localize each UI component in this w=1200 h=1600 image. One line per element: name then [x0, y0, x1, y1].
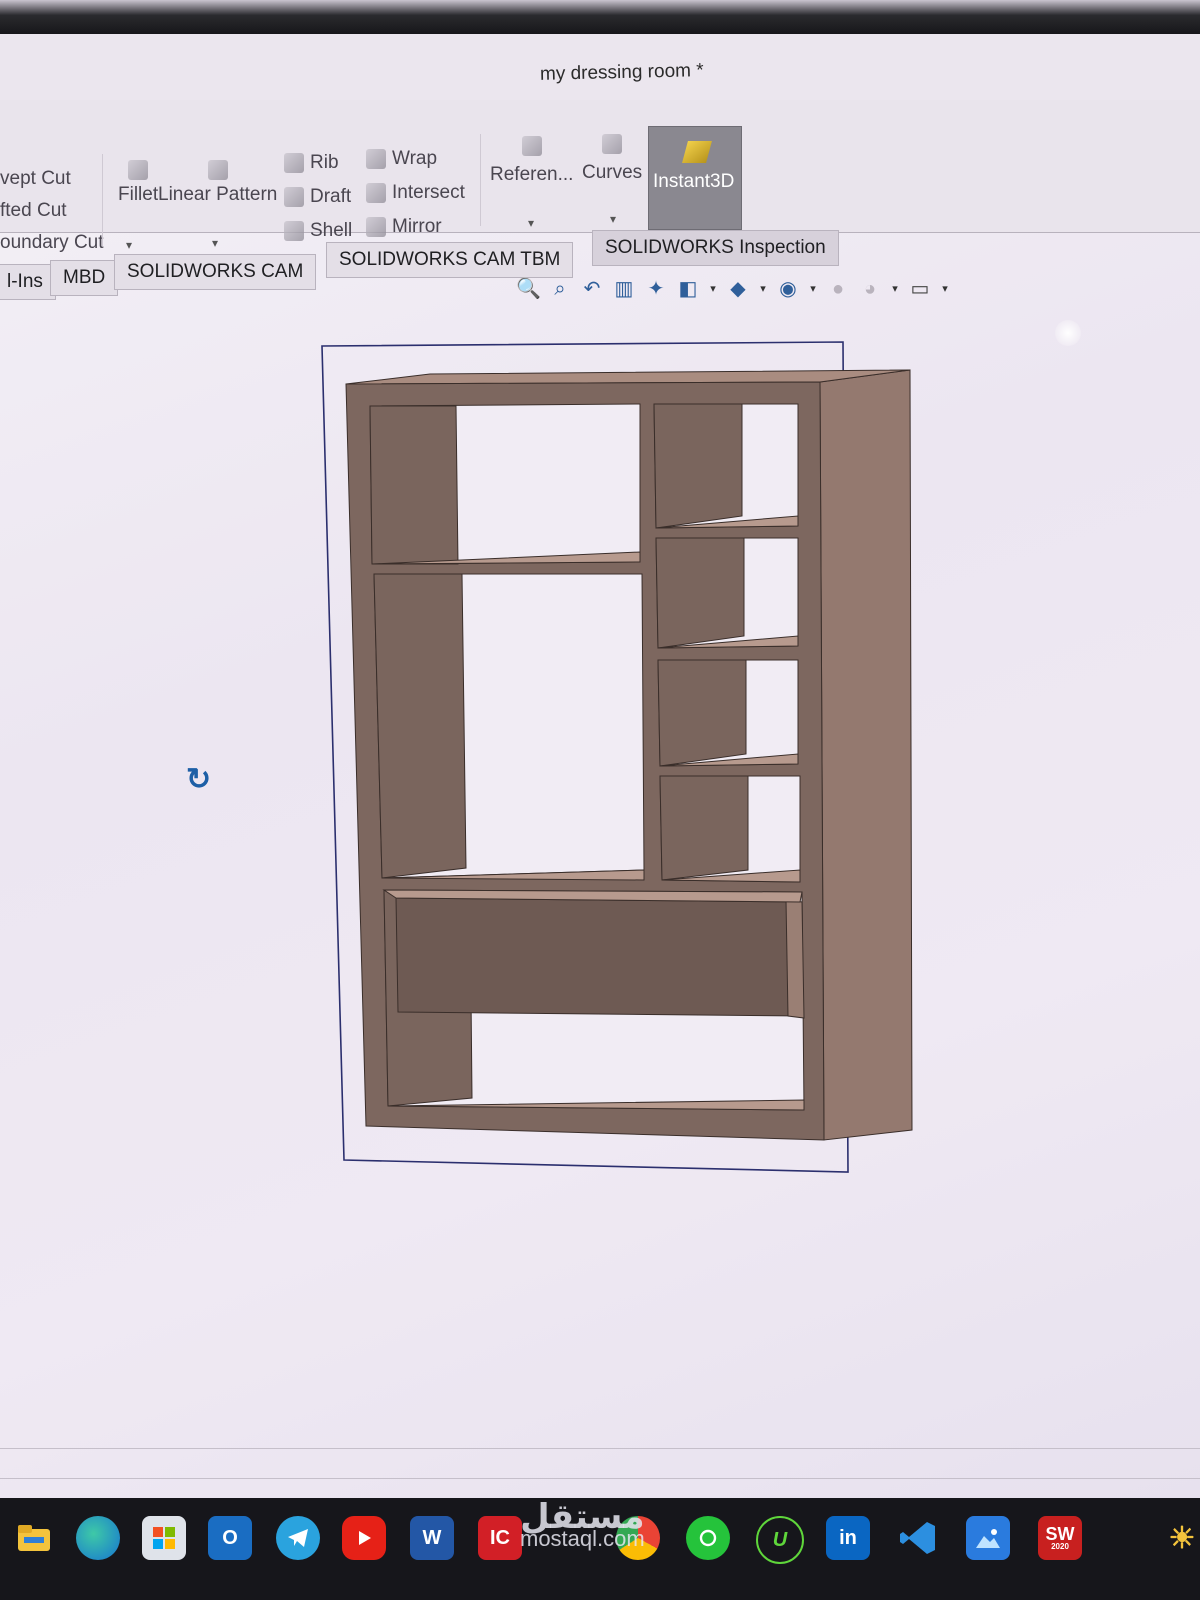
curves-button[interactable]: Curves — [582, 134, 642, 184]
tab-addins[interactable]: l-Ins — [0, 264, 56, 300]
vscode-icon[interactable] — [896, 1516, 940, 1560]
curves-icon — [602, 134, 623, 154]
edit-appearance-icon[interactable]: ● — [826, 277, 850, 301]
cubby-inner-wall — [655, 537, 745, 649]
intersect-button[interactable]: Intersect — [366, 182, 465, 204]
photos-icon[interactable] — [966, 1516, 1010, 1560]
solidworks-icon[interactable]: SW 2020 — [1038, 1516, 1082, 1560]
microsoft-store-icon[interactable] — [142, 1516, 186, 1560]
view-orientation-dropdown-icon[interactable]: ▾ — [708, 277, 718, 301]
file-explorer-icon[interactable] — [12, 1516, 56, 1560]
tab-mbd[interactable]: MBD — [50, 260, 119, 296]
cubby-inner-wall — [653, 403, 743, 529]
draft-icon — [284, 187, 304, 207]
display-style-dropdown-icon[interactable]: ▾ — [758, 277, 768, 301]
telegram-icon[interactable] — [276, 1516, 320, 1560]
status-bar — [0, 1478, 1200, 1479]
linear-pattern-icon — [207, 160, 228, 180]
cubby-inner-wall — [657, 659, 747, 767]
compartment-inner-wall — [373, 573, 467, 879]
mostaql-watermark: مستقل mostaql.com — [520, 1497, 645, 1551]
dressing-room-3d-model[interactable] — [300, 340, 940, 1200]
wrap-button[interactable]: Wrap — [366, 148, 437, 170]
youtube-icon[interactable] — [342, 1516, 386, 1560]
drawer-front[interactable] — [395, 897, 803, 1017]
tab-solidworks-inspection[interactable]: SOLIDWORKS Inspection — [592, 230, 839, 266]
ribbon-toolbar: vept Cut fted Cut oundary Cut Fillet ▾ L… — [0, 100, 1200, 253]
apply-scene-icon[interactable]: ◕ — [858, 277, 882, 301]
whatsapp-icon[interactable] — [686, 1516, 730, 1560]
rotate-cursor-icon: ↻ — [186, 763, 212, 796]
dynamic-annotation-icon[interactable]: ✦ — [644, 277, 668, 301]
cubby-inner-wall — [659, 775, 749, 881]
instant3d-icon — [682, 141, 712, 163]
apply-scene-dropdown-icon[interactable]: ▾ — [890, 277, 900, 301]
drawer-side — [785, 899, 805, 1019]
word-icon[interactable]: W — [410, 1516, 454, 1560]
ic-app-icon[interactable]: IC — [478, 1516, 522, 1560]
reference-geometry-icon — [521, 136, 542, 156]
weather-icon[interactable]: ☀ — [1160, 1516, 1200, 1560]
display-style-icon[interactable]: ◆ — [726, 277, 750, 301]
tab-solidworks-cam[interactable]: SOLIDWORKS CAM — [114, 254, 317, 290]
screen-glare — [1055, 320, 1081, 346]
compartment-inner-wall — [369, 405, 459, 565]
draft-button[interactable]: Draft — [284, 186, 351, 208]
swept-cut-button[interactable]: vept Cut — [0, 168, 71, 190]
view-settings-icon[interactable]: ▭ — [908, 277, 932, 301]
fillet-icon — [128, 160, 149, 180]
intersect-icon — [366, 183, 386, 203]
title-bar: my dressing room * — [0, 28, 1200, 108]
tab-solidworks-cam-tbm[interactable]: SOLIDWORKS CAM TBM — [326, 242, 574, 278]
edge-icon[interactable] — [76, 1516, 120, 1560]
previous-view-icon[interactable]: ↶ — [580, 277, 604, 301]
status-bar-divider — [0, 1448, 1200, 1449]
heads-up-view-toolbar: 🔍 ⌕ ↶ ▥ ✦ ◧ ▾ ◆ ▾ ◉ ▾ ● ◕ ▾ ▭ ▾ — [516, 274, 950, 304]
fillet-button[interactable]: Fillet — [118, 160, 158, 206]
hide-show-dropdown-icon[interactable]: ▾ — [808, 277, 818, 301]
zoom-to-fit-icon[interactable]: 🔍 — [516, 277, 541, 301]
rib-button[interactable]: Rib — [284, 152, 339, 174]
section-view-icon[interactable]: ▥ — [612, 277, 636, 301]
view-orientation-icon[interactable]: ◧ — [676, 277, 700, 301]
instant3d-button[interactable]: Instant3D — [648, 126, 742, 230]
linear-pattern-button[interactable]: Linear Pattern — [158, 160, 277, 206]
wrap-icon — [366, 149, 386, 169]
monitor-bezel — [0, 0, 1200, 34]
rib-icon — [284, 153, 304, 173]
upwork-icon[interactable]: U — [756, 1516, 804, 1564]
linkedin-icon[interactable]: in — [826, 1516, 870, 1560]
view-settings-dropdown-icon[interactable]: ▾ — [940, 277, 950, 301]
outlook-icon[interactable]: O — [208, 1516, 252, 1560]
ribbon-separator — [480, 134, 481, 226]
window-title: my dressing room * — [539, 60, 704, 85]
reference-geometry-button[interactable]: Referen... — [490, 136, 573, 186]
lofted-cut-button[interactable]: fted Cut — [0, 200, 67, 222]
cabinet-side-panel — [819, 369, 913, 1141]
zoom-to-area-icon[interactable]: ⌕ — [548, 277, 572, 301]
hide-show-items-icon[interactable]: ◉ — [776, 277, 800, 301]
